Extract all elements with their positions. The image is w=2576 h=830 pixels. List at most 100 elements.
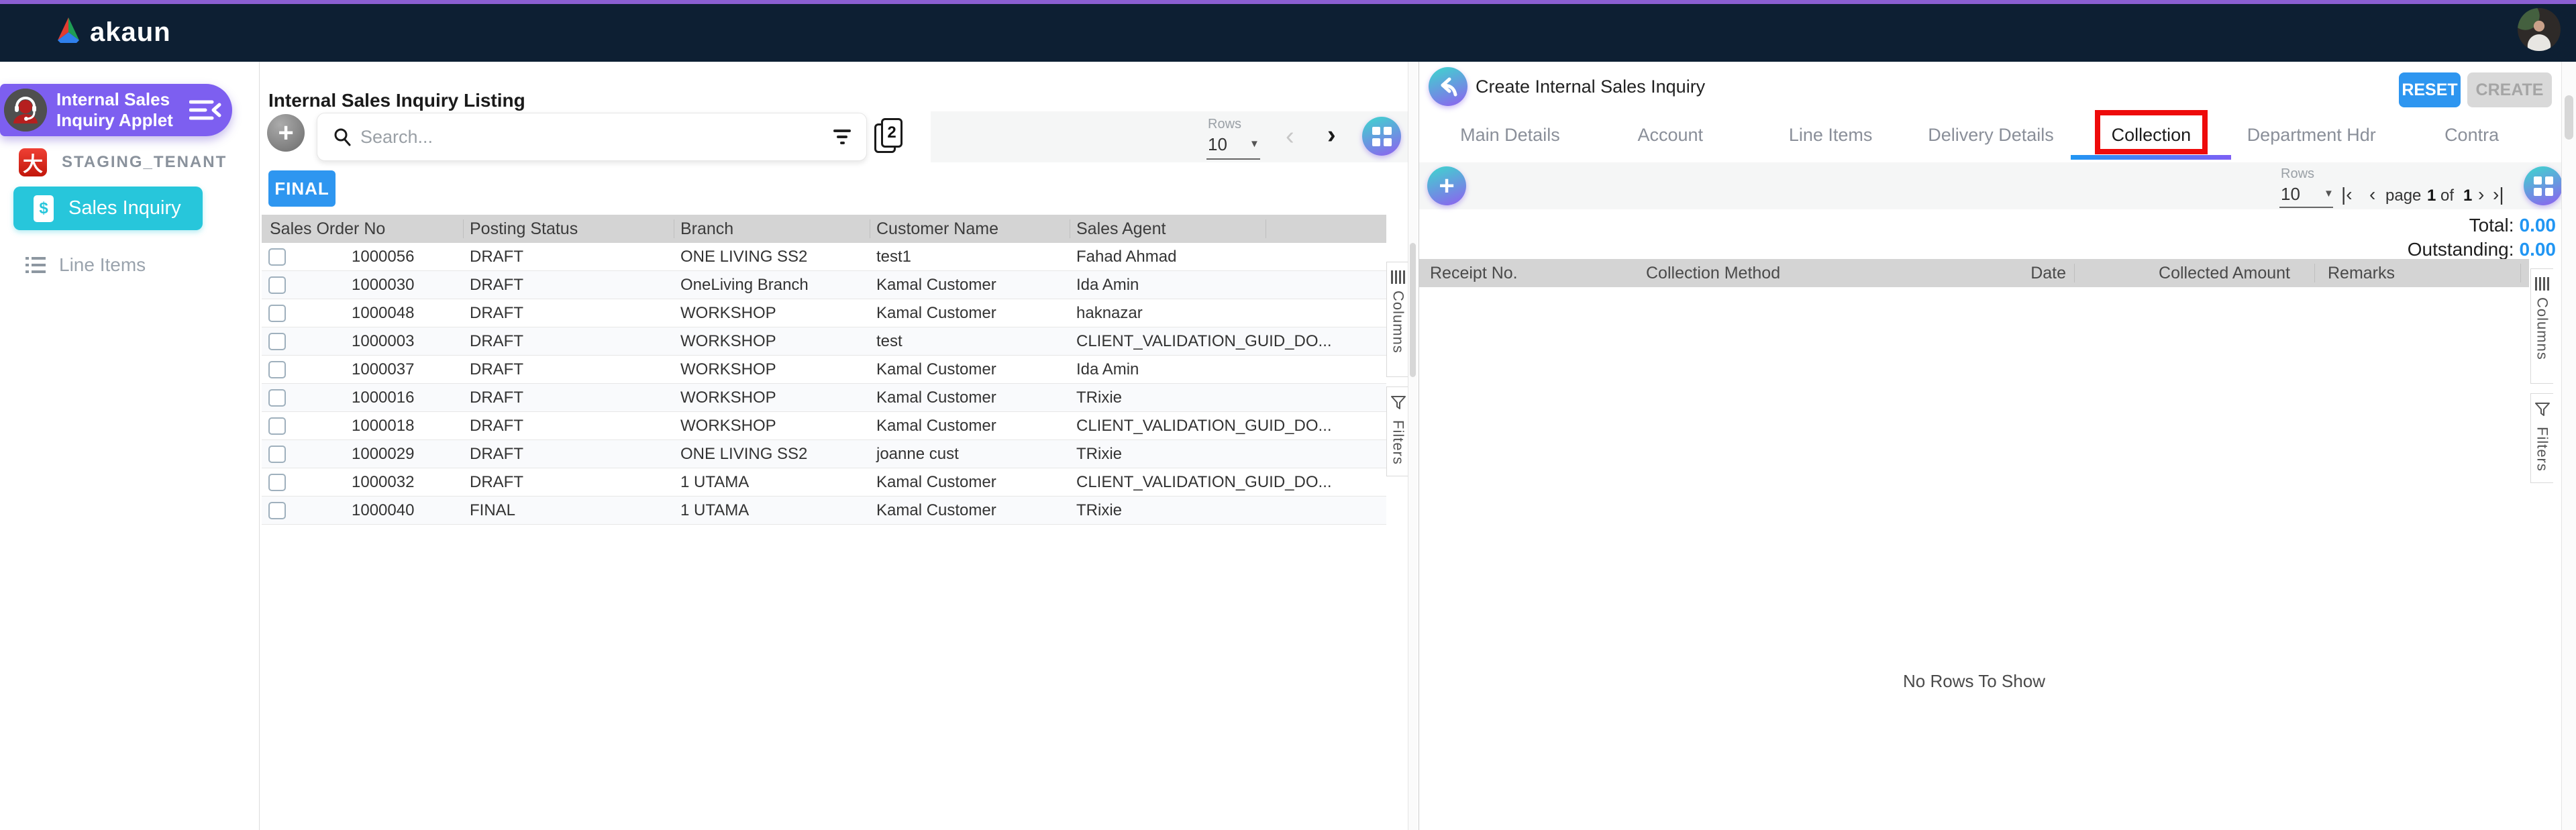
create-panel: Create Internal Sales Inquiry RESET CREA… bbox=[1419, 62, 2576, 830]
row-checkbox[interactable] bbox=[268, 474, 286, 491]
line-items-label: Line Items bbox=[59, 254, 146, 275]
row-checkbox[interactable] bbox=[268, 248, 286, 266]
table-row[interactable]: 1000018 DRAFT WORKSHOP Kamal Customer CLIENT… bbox=[262, 412, 1386, 440]
table-row[interactable]: 1000048 DRAFT WORKSHOP Kamal Customer haknaz… bbox=[262, 299, 1386, 327]
sales-document-icon: $ bbox=[34, 195, 54, 222]
create-button[interactable]: CREATE bbox=[2467, 72, 2552, 107]
cell-customer-name: Kamal Customer bbox=[876, 417, 996, 435]
listing-scrollbar[interactable] bbox=[1408, 62, 1417, 830]
cell-posting-status: DRAFT bbox=[470, 304, 523, 322]
detail-rows-per-page-select[interactable]: 10 bbox=[2281, 184, 2300, 205]
table-row[interactable]: 1000037 DRAFT WORKSHOP Kamal Customer Ida Am… bbox=[262, 356, 1386, 384]
cell-customer-name: Kamal Customer bbox=[876, 304, 996, 322]
tab-line-items[interactable]: Line Items bbox=[1751, 113, 1911, 160]
list-icon bbox=[25, 256, 46, 274]
cell-posting-status: DRAFT bbox=[470, 445, 523, 463]
filter-sort-icon[interactable] bbox=[833, 129, 852, 146]
prev-page-icon[interactable]: ‹ bbox=[2369, 184, 2375, 205]
app-root: akaun Internal Sales Inquiry Applet 大 ST… bbox=[0, 0, 2576, 830]
row-checkbox[interactable] bbox=[268, 389, 286, 407]
detail-rows-caret-icon[interactable]: ▼ bbox=[2324, 188, 2334, 199]
applet-support-icon bbox=[4, 89, 47, 132]
sales-inquiry-label: Sales Inquiry bbox=[68, 197, 181, 219]
row-checkbox[interactable] bbox=[268, 305, 286, 322]
filters-side-tab[interactable]: Filters bbox=[1386, 386, 1409, 476]
first-page-icon[interactable]: |‹ bbox=[2341, 184, 2353, 205]
detail-grid-view-button[interactable] bbox=[2524, 166, 2563, 205]
empty-state-text: No Rows To Show bbox=[1903, 671, 2045, 691]
add-collection-button[interactable]: + bbox=[1427, 166, 1466, 205]
table-row[interactable]: 1000029 DRAFT ONE LIVING SS2 joanne cust TRi… bbox=[262, 440, 1386, 468]
final-filter-button[interactable]: FINAL bbox=[268, 170, 336, 207]
page-count-icon[interactable]: 2 bbox=[874, 118, 905, 156]
listing-rows: 1000056 DRAFT ONE LIVING SS2 test1 Fahad Ahm… bbox=[262, 243, 1386, 525]
next-page-icon[interactable]: › bbox=[2478, 184, 2484, 205]
back-button[interactable] bbox=[1429, 67, 1467, 106]
row-checkbox[interactable] bbox=[268, 446, 286, 463]
columns-side-tab[interactable]: Columns bbox=[1386, 262, 1409, 377]
detail-columns-side-tab[interactable]: Columns bbox=[2530, 268, 2553, 384]
tab-department-hdr[interactable]: Department Hdr bbox=[2231, 113, 2391, 160]
add-record-button[interactable]: + bbox=[267, 114, 305, 152]
tab-account[interactable]: Account bbox=[1590, 113, 1751, 160]
sidebar-item-line-items[interactable]: Line Items bbox=[0, 254, 260, 275]
user-avatar[interactable] bbox=[2518, 8, 2561, 51]
row-checkbox[interactable] bbox=[268, 276, 286, 294]
applet-title: Internal Sales Inquiry Applet bbox=[56, 89, 173, 130]
sidebar: Internal Sales Inquiry Applet 大 STAGING_… bbox=[0, 62, 260, 830]
detail-filters-side-tab[interactable]: Filters bbox=[2530, 393, 2553, 483]
page-current: 1 bbox=[2427, 187, 2436, 205]
row-checkbox[interactable] bbox=[268, 333, 286, 350]
row-checkbox[interactable] bbox=[268, 502, 286, 519]
next-page-icon[interactable]: › bbox=[1327, 122, 1336, 148]
tab-collection[interactable]: Collection bbox=[2071, 110, 2232, 160]
listing-table-header: Sales Order No Posting Status Branch Cus… bbox=[262, 215, 1386, 243]
applet-header[interactable]: Internal Sales Inquiry Applet bbox=[0, 84, 232, 136]
table-row[interactable]: 1000030 DRAFT OneLiving Branch Kamal Custom… bbox=[262, 271, 1386, 299]
brand-logo[interactable]: akaun bbox=[54, 12, 171, 52]
col-sales-order-no: Sales Order No bbox=[270, 219, 386, 238]
prev-page-icon[interactable]: ‹ bbox=[1286, 123, 1294, 149]
table-row[interactable]: 1000032 DRAFT 1 UTAMA Kamal Customer CLIENT_… bbox=[262, 468, 1386, 497]
cell-sales-agent: Ida Amin bbox=[1076, 360, 1139, 378]
tab-main-details[interactable]: Main Details bbox=[1430, 113, 1590, 160]
cell-order-no: 1000030 bbox=[352, 276, 415, 294]
collection-table-header: Receipt No. Collection Method Date Colle… bbox=[1419, 259, 2529, 287]
row-checkbox[interactable] bbox=[268, 417, 286, 435]
grid-view-button[interactable] bbox=[1362, 117, 1401, 156]
row-checkbox[interactable] bbox=[268, 361, 286, 378]
cell-branch: WORKSHOP bbox=[680, 388, 776, 407]
cell-branch: ONE LIVING SS2 bbox=[680, 248, 808, 266]
akaun-triangle-icon bbox=[54, 16, 83, 49]
search-input[interactable] bbox=[360, 119, 790, 155]
col-receipt-no: Receipt No. bbox=[1430, 264, 1518, 282]
rows-dropdown-caret-icon[interactable]: ▼ bbox=[1249, 138, 1259, 150]
rows-underline bbox=[1206, 158, 1260, 160]
table-row[interactable]: 1000003 DRAFT WORKSHOP test CLIENT_VALIDATIO… bbox=[262, 327, 1386, 356]
page-count-badge: 2 bbox=[881, 118, 903, 148]
sidebar-item-tenant[interactable]: 大 STAGING_TENANT bbox=[0, 148, 260, 177]
listing-panel: Internal Sales Inquiry Listing + 2 Rows … bbox=[260, 62, 1417, 830]
tab-delivery-details[interactable]: Delivery Details bbox=[1911, 113, 2071, 160]
cell-sales-agent: TRixie bbox=[1076, 501, 1123, 519]
cell-order-no: 1000040 bbox=[352, 501, 415, 519]
cell-order-no: 1000018 bbox=[352, 417, 415, 435]
rows-per-page-select[interactable]: 10 bbox=[1208, 134, 1227, 155]
table-row[interactable]: 1000040 FINAL 1 UTAMA Kamal Customer TRixie bbox=[262, 497, 1386, 525]
table-row[interactable]: 1000056 DRAFT ONE LIVING SS2 test1 Fahad Ahm… bbox=[262, 243, 1386, 271]
last-page-icon[interactable]: ›| bbox=[2493, 184, 2504, 205]
sidebar-item-sales-inquiry[interactable]: $ Sales Inquiry bbox=[13, 187, 203, 230]
cell-posting-status: DRAFT bbox=[470, 388, 523, 407]
tab-contra[interactable]: Contra bbox=[2391, 113, 2552, 160]
cell-order-no: 1000037 bbox=[352, 360, 415, 378]
detail-scrollbar[interactable] bbox=[2561, 62, 2576, 830]
cell-sales-agent: Ida Amin bbox=[1076, 276, 1139, 294]
table-row[interactable]: 1000016 DRAFT WORKSHOP Kamal Customer TRixie bbox=[262, 384, 1386, 412]
cell-customer-name: test1 bbox=[876, 248, 912, 266]
search-icon bbox=[332, 127, 352, 150]
listing-table: Sales Order No Posting Status Branch Cus… bbox=[262, 215, 1386, 525]
reset-button[interactable]: RESET bbox=[2399, 72, 2461, 107]
outstanding-label: Outstanding: bbox=[2407, 239, 2514, 260]
sidebar-collapse-icon[interactable] bbox=[189, 99, 221, 121]
col-collected-amount: Collected Amount bbox=[2159, 264, 2290, 282]
